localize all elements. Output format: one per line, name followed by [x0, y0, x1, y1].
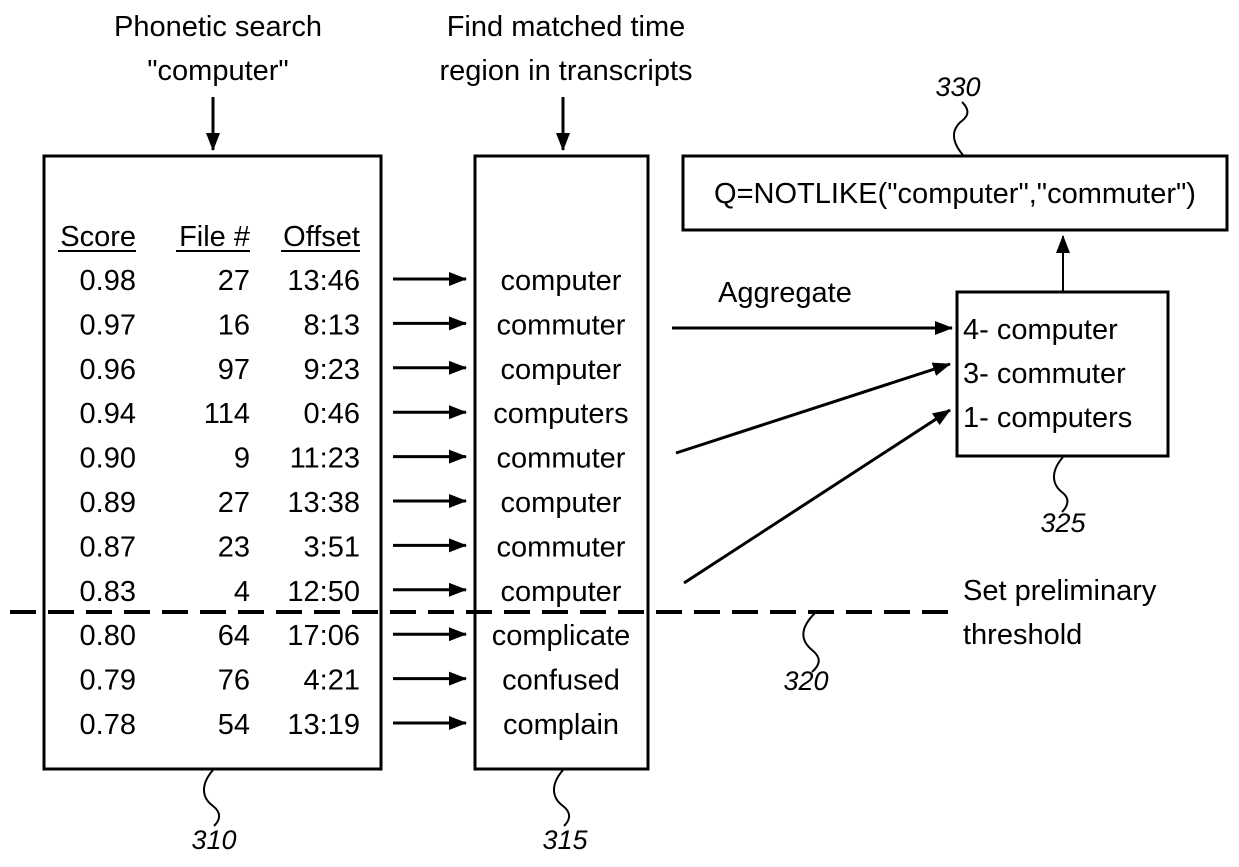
results-cell-offset: 12:50 — [287, 576, 360, 608]
aggregate-item: 1- computers — [963, 402, 1132, 434]
ref-330: 330 — [935, 72, 980, 102]
transcript-word: computer — [501, 265, 622, 297]
transcript-word: commuter — [497, 531, 626, 563]
results-cell-file: 97 — [218, 354, 250, 386]
find-matched-label-2: region in transcripts — [439, 55, 692, 87]
results-row: 0.87 23 3:51 — [80, 531, 360, 563]
results-cell-file: 27 — [218, 487, 250, 519]
transcript-word: computer — [501, 487, 622, 519]
results-header-cell: Offset — [283, 221, 360, 253]
results-cell-offset: 13:19 — [287, 709, 360, 741]
results-cell-score: 0.80 — [80, 620, 136, 652]
aggregate-arrow-2 — [675, 362, 951, 455]
results-cell-score: 0.94 — [80, 398, 136, 430]
phonetic-search-label: Phonetic search — [114, 11, 322, 43]
results-header-cell: File # — [179, 221, 250, 253]
results-row: 0.94 114 0:46 — [80, 398, 360, 430]
results-cell-score: 0.87 — [80, 531, 136, 563]
results-row: 0.79 76 4:21 — [80, 665, 360, 697]
aggregate-label: Aggregate — [718, 277, 852, 309]
results-cell-offset: 4:21 — [304, 665, 360, 697]
results-row: 0.89 27 13:38 — [80, 487, 360, 519]
results-row: 0.78 54 13:19 — [80, 709, 360, 741]
threshold-label-2: threshold — [963, 619, 1082, 651]
threshold-label: Set preliminary — [963, 575, 1157, 607]
transcript-word: computer — [501, 576, 622, 608]
transcript-words: computer commuter computer computers commute… — [492, 265, 631, 741]
query-text: Q=NOTLIKE("computer","commuter") — [714, 178, 1196, 210]
ref-315: 315 — [542, 825, 588, 855]
transcript-word: computer — [501, 354, 622, 386]
results-cell-file: 64 — [218, 620, 250, 652]
results-cell-offset: 17:06 — [287, 620, 360, 652]
transcript-word: confused — [502, 665, 620, 697]
results-cell-file: 9 — [234, 443, 250, 475]
results-cell-score: 0.78 — [80, 709, 136, 741]
ref-leader-315 — [553, 769, 571, 827]
results-cell-score: 0.96 — [80, 354, 136, 386]
diagram-canvas: Phonetic search "computer" Find matched … — [10, 11, 1229, 855]
transcript-word: complain — [503, 709, 619, 741]
ref-leader-330 — [953, 101, 969, 156]
results-table-body: 0.98 27 13:46 0.97 16 8:13 0.96 97 9:23 0.94 114 0:… — [80, 265, 360, 741]
ref-leader-310 — [203, 769, 221, 827]
results-cell-file: 114 — [204, 398, 250, 430]
results-cell-score: 0.89 — [80, 487, 136, 519]
results-cell-offset: 11:23 — [290, 443, 360, 475]
results-row: 0.80 64 17:06 — [80, 620, 360, 652]
results-cell-offset: 3:51 — [304, 531, 360, 563]
transcript-word: commuter — [497, 443, 626, 475]
results-cell-offset: 9:23 — [304, 354, 360, 386]
transcript-word: computers — [493, 398, 628, 430]
transcript-word: complicate — [492, 620, 631, 652]
ref-leader-325 — [1053, 456, 1069, 513]
results-cell-score: 0.83 — [80, 576, 136, 608]
results-cell-offset: 13:38 — [287, 487, 360, 519]
ref-325: 325 — [1040, 508, 1086, 538]
results-cell-offset: 13:46 — [287, 265, 360, 297]
results-cell-file: 16 — [218, 309, 250, 341]
ref-320: 320 — [783, 666, 828, 696]
results-cell-offset: 0:46 — [304, 398, 360, 430]
results-cell-file: 27 — [218, 265, 250, 297]
aggregate-item: 3- commuter — [963, 358, 1126, 390]
aggregate-item: 4- computer — [963, 314, 1118, 346]
results-header-cell: Score — [60, 221, 136, 253]
transcript-word: commuter — [497, 309, 626, 341]
results-cell-score: 0.90 — [80, 443, 136, 475]
results-cell-score: 0.97 — [80, 309, 136, 341]
results-row: 0.98 27 13:46 — [80, 265, 360, 297]
results-cell-score: 0.79 — [80, 665, 136, 697]
results-table-header: Score File # Offset — [58, 221, 360, 253]
results-cell-file: 54 — [218, 709, 250, 741]
ref-leader-320 — [802, 612, 820, 673]
results-row: 0.96 97 9:23 — [80, 354, 360, 386]
find-matched-label: Find matched time — [447, 11, 686, 43]
phonetic-search-term: "computer" — [147, 55, 288, 87]
results-cell-score: 0.98 — [80, 265, 136, 297]
results-cell-file: 4 — [234, 576, 250, 608]
results-row: 0.97 16 8:13 — [80, 309, 360, 341]
ref-310: 310 — [191, 825, 236, 855]
results-cell-offset: 8:13 — [304, 309, 360, 341]
row-arrows — [393, 272, 467, 730]
results-cell-file: 23 — [218, 531, 250, 563]
results-cell-file: 76 — [218, 665, 250, 697]
